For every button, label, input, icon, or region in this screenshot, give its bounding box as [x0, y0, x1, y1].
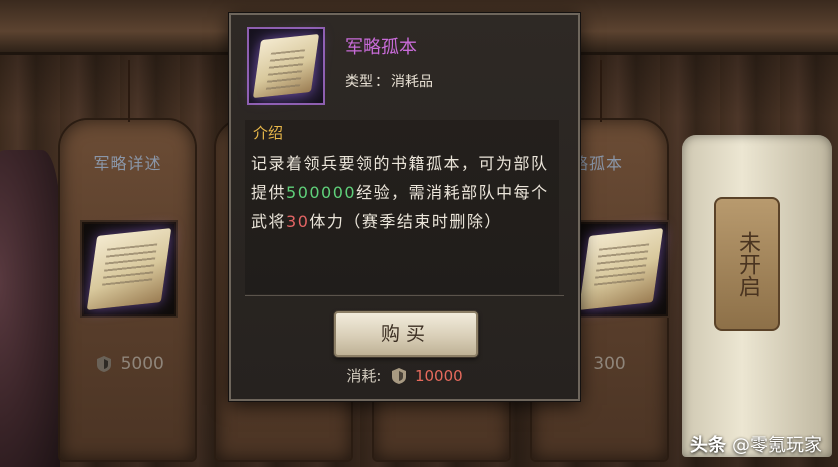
watermark: 头条 @零氪玩家: [690, 435, 822, 456]
item-type: 类型：消耗品: [345, 74, 433, 90]
book-scroll-icon: [86, 228, 172, 310]
card-item-frame: [572, 220, 670, 318]
card-item-frame: [80, 220, 178, 318]
item-icon-frame: [247, 27, 325, 105]
cost-row: 消耗: 10000: [231, 365, 578, 386]
divider: [245, 295, 564, 296]
item-detail-popup: 军略孤本 类型：消耗品 介绍 记录着领兵要领的书籍孤本，可为部队提供500000…: [229, 13, 580, 401]
buy-button[interactable]: 购买: [334, 311, 478, 357]
book-scroll-icon: [578, 228, 664, 310]
exp-value: 500000: [286, 183, 357, 202]
locked-slot: 未开启: [682, 135, 832, 457]
shop-card-1[interactable]: 军略详述 5000: [58, 60, 197, 462]
cost-value: 10000: [414, 367, 463, 385]
shield-coin-icon: [97, 356, 112, 372]
item-description: 记录着领兵要领的书籍孤本，可为部队提供500000经验，需消耗部队中每个武将30…: [251, 154, 549, 231]
stamina-value: 30: [286, 212, 310, 231]
card-price: 5000: [60, 354, 195, 374]
character-silhouette: [0, 150, 60, 467]
intro-title: 介绍: [253, 124, 284, 142]
cost-label: 消耗:: [346, 367, 382, 385]
book-scroll-icon: [252, 33, 320, 99]
item-name: 军略孤本: [345, 37, 417, 58]
shield-coin-icon: [392, 368, 407, 384]
locked-seal: 未开启: [714, 197, 780, 331]
card-title: 军略详述: [93, 154, 162, 173]
